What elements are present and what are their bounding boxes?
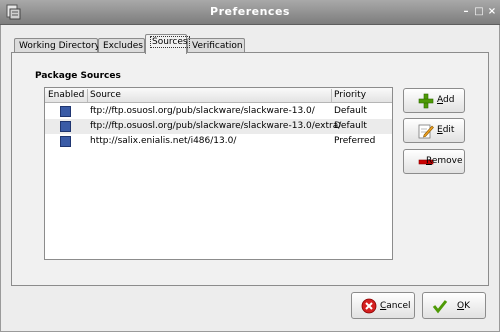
- edit-icon: [418, 124, 434, 139]
- column-header-enabled[interactable]: Enabled: [48, 90, 84, 100]
- ok-icon: [432, 300, 448, 314]
- priority-cell: Preferred: [334, 136, 376, 146]
- tab-excludes[interactable]: Excludes: [98, 38, 145, 53]
- ok-button[interactable]: OK: [422, 292, 486, 319]
- cancel-icon: [361, 298, 377, 314]
- sources-list[interactable]: Enabled Source Priority ftp://ftp.osuosl…: [44, 87, 393, 260]
- minimize-icon[interactable]: –: [461, 7, 471, 17]
- list-header: Enabled Source Priority: [45, 88, 392, 103]
- tab-working-directory[interactable]: Working Directory: [14, 38, 101, 53]
- remove-button[interactable]: Remove: [403, 149, 465, 174]
- priority-cell: Default: [334, 121, 367, 131]
- tab-label: Excludes: [103, 41, 143, 51]
- enabled-checkbox[interactable]: [60, 106, 71, 117]
- table-row[interactable]: ftp://ftp.osuosl.org/pub/slackware/slack…: [45, 119, 392, 134]
- window-titlebar[interactable]: Preferences – □ ×: [0, 0, 500, 25]
- close-icon[interactable]: ×: [487, 7, 497, 17]
- tab-label: Sources: [150, 36, 190, 48]
- source-cell: ftp://ftp.osuosl.org/pub/slackware/slack…: [90, 121, 342, 131]
- cancel-label: Cancel: [380, 301, 411, 311]
- enabled-checkbox[interactable]: [60, 136, 71, 147]
- section-title: Package Sources: [35, 71, 121, 81]
- window-title: Preferences: [210, 5, 290, 18]
- tab-label: Working Directory: [19, 41, 101, 51]
- edit-label: Edit: [437, 125, 455, 135]
- add-label: Add: [437, 95, 455, 105]
- tab-verification[interactable]: Verification: [187, 38, 245, 53]
- maximize-icon[interactable]: □: [474, 7, 484, 17]
- add-icon: [418, 93, 434, 109]
- column-header-priority[interactable]: Priority: [334, 90, 366, 100]
- table-row[interactable]: http://salix.enialis.net/i486/13.0/ Pref…: [45, 134, 392, 149]
- source-cell: http://salix.enialis.net/i486/13.0/: [90, 136, 237, 146]
- add-button[interactable]: Add: [403, 88, 465, 113]
- tab-label: Verification: [192, 41, 243, 51]
- cancel-button[interactable]: Cancel: [351, 292, 415, 319]
- column-header-source[interactable]: Source: [90, 90, 121, 100]
- ok-label: OK: [457, 301, 470, 311]
- edit-button[interactable]: Edit: [403, 118, 465, 143]
- enabled-checkbox[interactable]: [60, 121, 71, 132]
- priority-cell: Default: [334, 106, 367, 116]
- source-cell: ftp://ftp.osuosl.org/pub/slackware/slack…: [90, 106, 315, 116]
- table-row[interactable]: ftp://ftp.osuosl.org/pub/slackware/slack…: [45, 104, 392, 119]
- remove-label: Remove: [426, 156, 463, 166]
- tab-sources[interactable]: Sources: [145, 34, 190, 54]
